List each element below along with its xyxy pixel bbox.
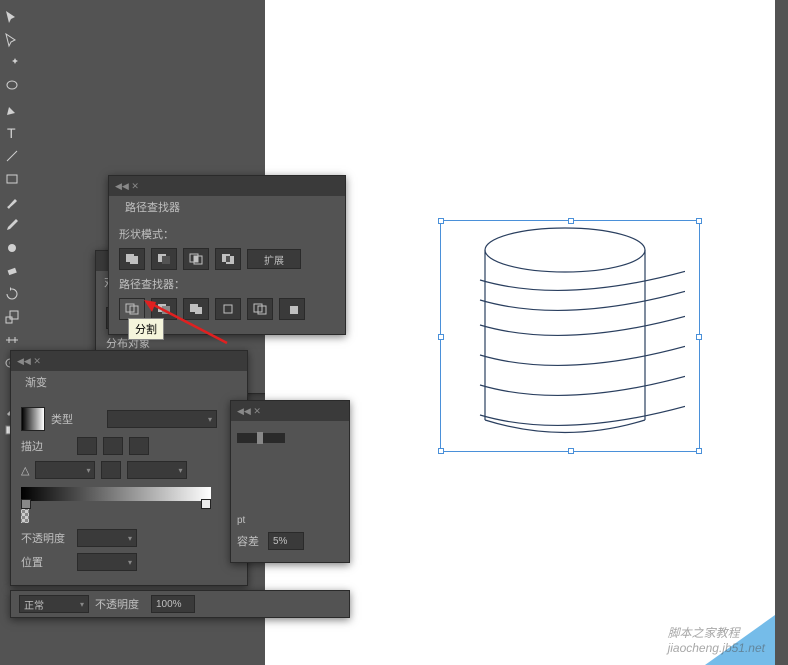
rotate-tool[interactable] — [0, 283, 24, 305]
pen-tool[interactable] — [0, 99, 24, 121]
angle-input[interactable] — [35, 461, 95, 479]
magic-wand-panel[interactable]: ◀◀ ✕ pt 容差 5% — [230, 400, 350, 563]
stop-location-input[interactable] — [77, 553, 137, 571]
rectangle-tool[interactable] — [0, 168, 24, 190]
gradient-panel[interactable]: ◀◀ ✕ 渐变 类型 描边 △ 不透明度 — [10, 350, 248, 586]
opacity-icon — [21, 509, 29, 523]
bounding-box — [440, 220, 700, 452]
line-segment-tool[interactable] — [0, 145, 24, 167]
handle-se[interactable] — [696, 448, 702, 454]
opacity-label: 不透明度 — [21, 530, 71, 546]
expand-button[interactable]: 扩展 — [247, 249, 301, 269]
width-tool[interactable] — [0, 329, 24, 351]
stroke-within-button[interactable] — [77, 437, 97, 455]
gradient-type-dropdown[interactable] — [107, 410, 217, 428]
pathfinder-tab[interactable]: 路径查找器 — [117, 196, 188, 218]
selected-artwork[interactable] — [445, 220, 685, 460]
angle-label: △ — [21, 464, 29, 477]
selection-tool[interactable] — [0, 7, 24, 29]
handle-ne[interactable] — [696, 218, 702, 224]
handle-sw[interactable] — [438, 448, 444, 454]
eraser-tool[interactable] — [0, 260, 24, 282]
mw-slider[interactable] — [237, 433, 285, 443]
stroke-along-button[interactable] — [103, 437, 123, 455]
pathfinders-label: 路径查找器： — [119, 276, 335, 292]
shape-modes-label: 形状模式： — [119, 226, 335, 242]
gradient-stop-end[interactable] — [201, 499, 211, 509]
panel-header[interactable]: ◀◀ ✕ — [109, 176, 345, 196]
svg-text:T: T — [7, 125, 16, 141]
stop-opacity-input[interactable] — [77, 529, 137, 547]
minus-front-button[interactable] — [151, 248, 177, 270]
gradient-panel-header[interactable]: ◀◀ ✕ — [11, 351, 247, 371]
appearance-bar: 正常 不透明度 100% — [10, 590, 350, 618]
blob-brush-tool[interactable] — [0, 237, 24, 259]
handle-w[interactable] — [438, 334, 444, 340]
mw-panel-header[interactable]: ◀◀ ✕ — [231, 401, 349, 421]
aspect-input[interactable] — [127, 461, 187, 479]
type-label: 类型 — [51, 411, 101, 427]
aspect-button[interactable] — [101, 461, 121, 479]
pencil-tool[interactable] — [0, 214, 24, 236]
magic-wand-tool[interactable] — [0, 53, 24, 75]
handle-nw[interactable] — [438, 218, 444, 224]
stroke-label: 描边 — [21, 438, 71, 454]
lasso-tool[interactable] — [0, 76, 24, 98]
handle-e[interactable] — [696, 334, 702, 340]
type-tool[interactable]: T — [0, 122, 24, 144]
gradient-swatch[interactable] — [21, 407, 45, 431]
unite-button[interactable] — [119, 248, 145, 270]
divide-tooltip: 分割 — [128, 318, 164, 340]
watermark-line1: 脚本之家教程 — [668, 624, 765, 641]
gradient-slider[interactable] — [21, 487, 211, 501]
outline-button[interactable] — [247, 298, 273, 320]
gradient-stop-start[interactable] — [21, 499, 31, 509]
minus-back-button[interactable] — [279, 298, 305, 320]
direct-selection-tool[interactable] — [0, 30, 24, 52]
mw-slider-thumb[interactable] — [257, 432, 263, 444]
stroke-across-button[interactable] — [129, 437, 149, 455]
gradient-tab[interactable]: 渐变 — [17, 371, 55, 393]
intersect-button[interactable] — [183, 248, 209, 270]
panel-collapse-icon[interactable]: ◀◀ ✕ — [115, 181, 139, 192]
handle-s[interactable] — [568, 448, 574, 454]
location-label: 位置 — [21, 554, 71, 570]
paintbrush-tool[interactable] — [0, 191, 24, 213]
panel-controls-icon[interactable]: ◀◀ ✕ — [17, 356, 41, 367]
blend-mode-dropdown[interactable]: 正常 — [19, 595, 89, 613]
watermark-line2: jiaocheng.jb51.net — [668, 641, 765, 655]
tolerance-label: 容差 — [237, 533, 265, 549]
scale-tool[interactable] — [0, 306, 24, 328]
exclude-button[interactable] — [215, 248, 241, 270]
pt-label: pt — [237, 515, 245, 526]
watermark: 脚本之家教程 jiaocheng.jb51.net — [668, 624, 765, 655]
handle-n[interactable] — [568, 218, 574, 224]
opacity-bar-label: 不透明度 — [95, 596, 145, 612]
opacity-input[interactable]: 100% — [151, 595, 195, 613]
tolerance-input[interactable]: 5% — [268, 532, 304, 550]
